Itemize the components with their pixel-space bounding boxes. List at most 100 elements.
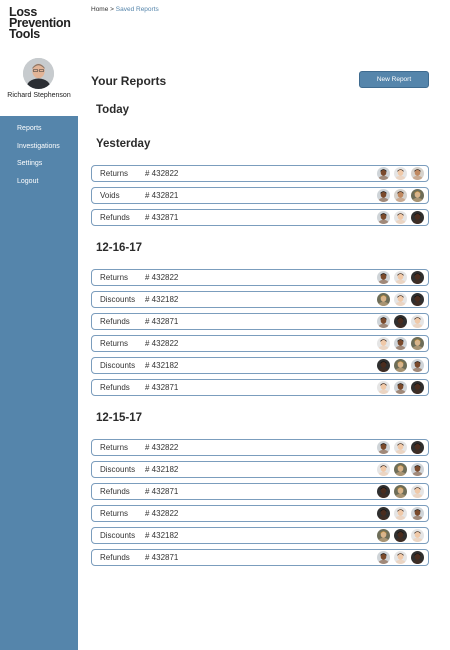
section-heading: Today <box>96 104 130 116</box>
report-row[interactable]: Refunds # 432871 <box>91 209 429 226</box>
assignee-avatar[interactable] <box>377 485 390 498</box>
assignee-avatar[interactable] <box>394 551 407 564</box>
assignee-avatar[interactable] <box>394 359 407 372</box>
breadcrumb-separator: > <box>110 6 114 13</box>
user-avatar[interactable] <box>23 58 54 89</box>
assignee-avatars <box>377 441 424 454</box>
report-type: Refunds <box>100 383 130 392</box>
assignee-avatar[interactable] <box>411 485 424 498</box>
report-row[interactable]: Returns # 432822 <box>91 505 429 522</box>
assignee-avatar[interactable] <box>377 463 390 476</box>
assignee-avatar[interactable] <box>377 337 390 350</box>
breadcrumb-current[interactable]: Saved Reports <box>116 6 159 13</box>
assignee-avatar[interactable] <box>411 293 424 306</box>
assignee-avatar[interactable] <box>411 463 424 476</box>
logo[interactable]: Loss Prevention Tools <box>9 6 75 41</box>
assignee-avatar[interactable] <box>394 529 407 542</box>
report-row[interactable]: Discounts # 432182 <box>91 461 429 478</box>
report-type: Returns <box>100 339 129 348</box>
assignee-avatar[interactable] <box>411 359 424 372</box>
assignee-avatar[interactable] <box>377 441 390 454</box>
assignee-avatar[interactable] <box>394 271 407 284</box>
report-type: Returns <box>100 509 129 518</box>
assignee-avatar[interactable] <box>411 315 424 328</box>
section-heading: Yesterday <box>96 138 151 150</box>
assignee-avatar[interactable] <box>394 189 407 202</box>
report-type: Discounts <box>100 531 136 540</box>
assignee-avatar[interactable] <box>411 507 424 520</box>
report-number: # 432182 <box>145 531 179 540</box>
assignee-avatar[interactable] <box>377 529 390 542</box>
report-row[interactable]: Returns # 432822 <box>91 165 429 182</box>
assignee-avatar[interactable] <box>377 359 390 372</box>
report-row[interactable]: Voids # 432821 <box>91 187 429 204</box>
assignee-avatar[interactable] <box>377 507 390 520</box>
assignee-avatar[interactable] <box>377 167 390 180</box>
report-row[interactable]: Refunds # 432871 <box>91 379 429 396</box>
report-type: Refunds <box>100 487 130 496</box>
report-row[interactable]: Refunds # 432871 <box>91 483 429 500</box>
report-number: # 432182 <box>145 361 179 370</box>
assignee-avatar[interactable] <box>394 485 407 498</box>
new-report-button[interactable]: New Report <box>359 71 429 88</box>
assignee-avatar[interactable] <box>411 211 424 224</box>
assignee-avatar[interactable] <box>411 529 424 542</box>
assignee-avatar[interactable] <box>411 271 424 284</box>
assignee-avatar[interactable] <box>394 167 407 180</box>
report-row[interactable]: Discounts # 432182 <box>91 357 429 374</box>
assignee-avatars <box>377 293 424 306</box>
assignee-avatar[interactable] <box>377 293 390 306</box>
report-number: # 432822 <box>145 443 179 452</box>
assignee-avatar[interactable] <box>411 189 424 202</box>
report-type: Refunds <box>100 317 130 326</box>
assignee-avatars <box>377 271 424 284</box>
report-row[interactable]: Returns # 432822 <box>91 269 429 286</box>
assignee-avatar[interactable] <box>377 315 390 328</box>
assignee-avatars <box>377 381 424 394</box>
report-row[interactable]: Refunds # 432871 <box>91 313 429 330</box>
report-number: # 432822 <box>145 169 179 178</box>
assignee-avatar[interactable] <box>377 189 390 202</box>
assignee-avatar[interactable] <box>377 211 390 224</box>
report-type: Discounts <box>100 465 136 474</box>
assignee-avatar[interactable] <box>394 463 407 476</box>
assignee-avatar[interactable] <box>394 337 407 350</box>
assignee-avatar[interactable] <box>394 293 407 306</box>
assignee-avatar[interactable] <box>411 381 424 394</box>
assignee-avatar[interactable] <box>411 441 424 454</box>
nav-item-reports[interactable]: Reports <box>17 125 42 132</box>
report-type: Refunds <box>100 213 130 222</box>
report-row[interactable]: Discounts # 432182 <box>91 527 429 544</box>
report-row[interactable]: Returns # 432822 <box>91 335 429 352</box>
report-row[interactable]: Returns # 432822 <box>91 439 429 456</box>
assignee-avatar[interactable] <box>377 381 390 394</box>
assignee-avatars <box>377 529 424 542</box>
assignee-avatar[interactable] <box>394 507 407 520</box>
assignee-avatar[interactable] <box>377 551 390 564</box>
report-row[interactable]: Discounts # 432182 <box>91 291 429 308</box>
report-number: # 432182 <box>145 295 179 304</box>
report-number: # 432871 <box>145 383 179 392</box>
assignee-avatar[interactable] <box>411 551 424 564</box>
assignee-avatar[interactable] <box>411 167 424 180</box>
assignee-avatar[interactable] <box>394 211 407 224</box>
report-number: # 432822 <box>145 339 179 348</box>
assignee-avatar[interactable] <box>394 441 407 454</box>
sidebar-nav: Reports Investigations Settings Logout <box>0 116 78 650</box>
assignee-avatar[interactable] <box>377 271 390 284</box>
assignee-avatars <box>377 463 424 476</box>
report-type: Discounts <box>100 295 136 304</box>
report-number: # 432821 <box>145 191 179 200</box>
nav-item-investigations[interactable]: Investigations <box>17 143 60 150</box>
section-heading: 12-15-17 <box>96 412 143 424</box>
assignee-avatar[interactable] <box>394 315 407 328</box>
sidebar: Loss Prevention Tools Richard Stephenson… <box>0 0 78 650</box>
report-type: Discounts <box>100 361 136 370</box>
assignee-avatar[interactable] <box>411 337 424 350</box>
breadcrumb-home[interactable]: Home <box>91 6 108 13</box>
report-row[interactable]: Refunds # 432871 <box>91 549 429 566</box>
nav-item-logout[interactable]: Logout <box>17 178 38 185</box>
user-name: Richard Stephenson <box>7 92 71 99</box>
nav-item-settings[interactable]: Settings <box>17 160 42 167</box>
assignee-avatar[interactable] <box>394 381 407 394</box>
